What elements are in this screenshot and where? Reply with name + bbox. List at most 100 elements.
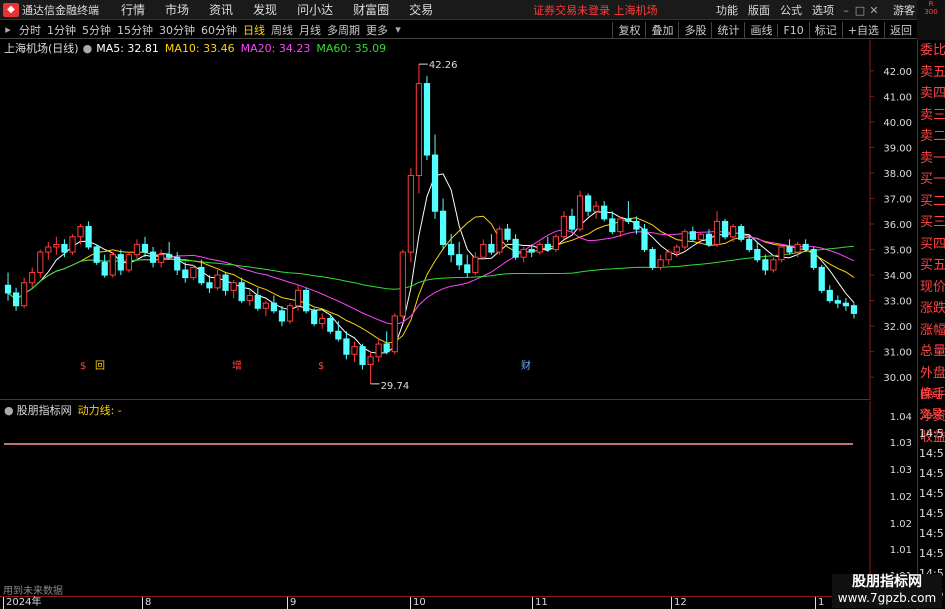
candle xyxy=(109,252,116,278)
indicator-settings-icon[interactable]: ● xyxy=(4,404,14,417)
menu-item-wealth-circle[interactable]: 财富圈 xyxy=(353,1,389,18)
candle xyxy=(359,344,366,370)
price-label: 35.00 xyxy=(883,246,912,257)
menu-item-market[interactable]: 市场 xyxy=(165,1,189,18)
time-label: 12 xyxy=(671,597,687,609)
minimize-icon[interactable]: – xyxy=(839,4,853,17)
menu-item-layout[interactable]: 版面 xyxy=(748,2,770,18)
period-more[interactable]: 更多 xyxy=(366,22,388,38)
candle xyxy=(391,313,398,355)
period-monthly[interactable]: 月线 xyxy=(299,22,321,38)
candle xyxy=(230,280,237,299)
candle xyxy=(85,221,92,250)
candle xyxy=(657,254,664,270)
menu-item-quotes[interactable]: 行情 xyxy=(121,1,145,18)
event-marker[interactable]: 增 xyxy=(232,359,242,372)
event-marker[interactable]: 财 xyxy=(521,359,531,372)
period-daily[interactable]: 日线 xyxy=(243,22,265,38)
candle xyxy=(399,249,406,319)
menu-item-options[interactable]: 选项 xyxy=(812,2,834,18)
back-button[interactable]: 返回 xyxy=(884,22,917,38)
period-30min[interactable]: 30分钟 xyxy=(159,22,195,38)
sub-axis-label: 1.03 xyxy=(890,465,912,476)
main-chart-info: 上海机场(日线) ● MA5: 32.81 MA10: 33.46 MA20: … xyxy=(4,41,392,56)
period-5min[interactable]: 5分钟 xyxy=(82,22,111,38)
side-item[interactable]: 涨幅 xyxy=(918,320,945,342)
guest-user[interactable]: 游客 xyxy=(893,2,915,18)
period-1min[interactable]: 1分钟 xyxy=(47,22,76,38)
candle xyxy=(625,201,632,224)
menu-item-function[interactable]: 功能 xyxy=(716,2,738,18)
indicator-toggle-icon[interactable]: ● xyxy=(83,42,93,55)
candle xyxy=(649,246,656,270)
side-item[interactable]: 卖一 xyxy=(918,148,945,170)
f10-button[interactable]: F10 xyxy=(777,23,808,37)
side-item[interactable]: 买三 xyxy=(918,212,945,234)
ma5-label: MA5: 32.81 xyxy=(96,41,159,55)
side-item[interactable]: 买一 xyxy=(918,169,945,191)
candle xyxy=(319,313,326,329)
side-item[interactable]: 买二 xyxy=(918,191,945,213)
period-multi[interactable]: 多周期 xyxy=(327,22,360,38)
candle xyxy=(278,305,286,327)
menu-item-ask[interactable]: 问小达 xyxy=(297,1,333,18)
add-watchlist-button[interactable]: +自选 xyxy=(841,22,884,38)
candle xyxy=(713,211,721,247)
candle xyxy=(786,239,793,255)
chevron-down-icon[interactable]: ▾ xyxy=(391,23,405,36)
side-item[interactable]: 卖四 xyxy=(918,83,945,105)
draw-line-button[interactable]: 画线 xyxy=(744,22,777,38)
side-item[interactable]: 卖二 xyxy=(918,126,945,148)
event-marker[interactable]: 回 xyxy=(95,360,105,372)
menu-item-trade[interactable]: 交易 xyxy=(409,1,433,18)
candle xyxy=(834,295,841,309)
maximize-icon[interactable]: □ xyxy=(853,4,867,17)
mark-button[interactable]: 标记 xyxy=(808,22,842,38)
sub-side-item[interactable]: 交易 xyxy=(917,404,945,424)
period-60min[interactable]: 60分钟 xyxy=(201,22,237,38)
candle xyxy=(721,218,729,240)
time-label: 2024年 xyxy=(3,597,41,609)
candle xyxy=(375,338,382,362)
side-item[interactable]: 卖五 xyxy=(918,62,945,84)
menu-item-discover[interactable]: 发现 xyxy=(253,1,277,18)
restore-rights-button[interactable]: 复权 xyxy=(612,22,645,38)
ma20-line xyxy=(7,228,855,326)
side-item[interactable]: 总量 xyxy=(918,341,945,363)
candle xyxy=(238,277,245,304)
period-15min[interactable]: 15分钟 xyxy=(117,22,153,38)
multi-stock-button[interactable]: 多股 xyxy=(678,22,711,38)
overlay-button[interactable]: 叠加 xyxy=(645,22,678,38)
site-watermark: 股朋指标网 www.7gpzb.com xyxy=(832,574,942,608)
candle xyxy=(738,224,745,242)
time-label: 9 xyxy=(287,597,296,609)
high-price-label: 42.26 xyxy=(429,60,458,71)
side-item[interactable]: 涨跌 xyxy=(918,298,945,320)
side-item[interactable]: 现价 xyxy=(918,277,945,299)
price-label: 33.00 xyxy=(883,297,912,308)
side-item[interactable]: 买五 xyxy=(918,255,945,277)
time-label: 10 xyxy=(410,597,426,609)
candle xyxy=(488,234,495,255)
login-status: 证券交易未登录 上海机场 xyxy=(533,3,658,17)
menu-item-news[interactable]: 资讯 xyxy=(209,1,233,18)
side-item[interactable]: 卖三 xyxy=(918,105,945,127)
period-timeshare[interactable]: 分时 xyxy=(19,22,41,38)
low-price-label: 29.74 xyxy=(381,381,410,392)
candlestick-chart[interactable]: 42.00 41.00 40.00 39.00 38.00 37.00 36.00 35.00… xyxy=(0,40,917,400)
close-icon[interactable]: ✕ xyxy=(867,4,881,17)
candle xyxy=(254,287,261,311)
period-weekly[interactable]: 周线 xyxy=(271,22,293,38)
indicator-chart[interactable]: 1.041.031.031.021.021.011.01 xyxy=(0,401,917,596)
sub-side-item[interactable]: 自动 xyxy=(917,384,945,404)
candle xyxy=(617,216,624,237)
toolbar-menu-icon[interactable]: ▸ xyxy=(0,23,16,36)
event-marker[interactable]: $ xyxy=(318,361,324,372)
side-item[interactable]: 委比 xyxy=(918,40,945,62)
menu-item-formula[interactable]: 公式 xyxy=(780,2,802,18)
side-item[interactable]: 买四 xyxy=(918,234,945,256)
side-item[interactable]: 外盘 xyxy=(918,363,945,385)
future-data-note: 用到未来数据 xyxy=(3,586,63,597)
statistics-button[interactable]: 统计 xyxy=(711,22,744,38)
event-marker[interactable]: $ xyxy=(80,361,86,372)
